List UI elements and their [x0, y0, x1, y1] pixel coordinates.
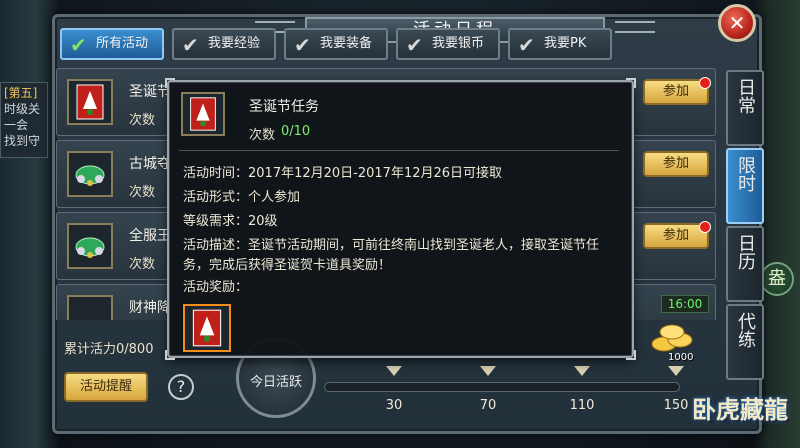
check-icon: ✔ [182, 33, 199, 57]
notification-dot-icon [699, 221, 711, 233]
background-chat-line: 找到守 [4, 134, 41, 148]
milestone-arrow-icon [480, 366, 496, 376]
check-icon: ✔ [70, 33, 87, 57]
christmas-card-icon [67, 79, 113, 125]
close-button[interactable]: ✕ [718, 4, 756, 42]
tooltip-line-reward: 活动奖励： [183, 280, 249, 295]
tooltip-line-time: 活动时间：2017年12月20日-2017年12月26日可接取 [183, 166, 503, 181]
join-button-label: 参加 [662, 84, 689, 99]
tab-label: 所有活动 [96, 36, 149, 51]
tab-label: 我要装备 [320, 36, 373, 51]
tab-experience[interactable]: ✔ 我要经验 [172, 28, 276, 60]
tooltip-line-format: 活动形式：个人参加 [183, 190, 301, 205]
join-button-label: 参加 [662, 156, 689, 171]
side-tab-proxy[interactable]: 代练 [726, 304, 764, 380]
side-tab-label: 日历 [735, 234, 756, 270]
activity-name: 财神降 [129, 300, 171, 316]
join-button[interactable]: 参加 [643, 151, 709, 177]
background-chat-line: 时级关 [4, 102, 41, 116]
tab-all-activities[interactable]: ✔ 所有活动 [60, 28, 164, 60]
activity-count-label: 次数 [129, 185, 156, 200]
activity-detail-tooltip: 圣诞节任务 次数 0/10 活动时间：2017年12月20日-2017年12月2… [165, 78, 636, 360]
side-tab-calendar[interactable]: 日历 [726, 226, 764, 302]
game-logo: 卧虎藏龍 [692, 384, 792, 438]
side-tab-label: 代练 [735, 312, 756, 348]
background-chat-line: 一会 [4, 118, 29, 132]
join-button[interactable]: 参加 [643, 221, 711, 249]
milestone-value: 150 [663, 398, 689, 413]
join-button-label: 参加 [662, 228, 689, 243]
activity-reminder-button[interactable]: 活动提醒 [64, 372, 148, 402]
christmas-card-icon [181, 92, 225, 136]
tab-label: 我要经验 [208, 36, 261, 51]
activity-name: 古城夺 [129, 156, 171, 172]
background-skill-button: 盎 [760, 262, 794, 296]
background-chat-line: [第五] [4, 86, 38, 100]
milestone-value: 30 [385, 398, 403, 413]
check-icon: ✔ [518, 33, 535, 57]
tab-silver[interactable]: ✔ 我要银币 [396, 28, 500, 60]
background-chat-panel: [第五] 时级关 一会 找到守 [0, 82, 48, 158]
activity-icon [67, 295, 113, 320]
title-ornament-right [615, 21, 655, 33]
check-icon: ✔ [406, 33, 423, 57]
tooltip-line-level: 等级需求：20级 [183, 214, 278, 229]
tab-label: 我要PK [544, 36, 587, 51]
tooltip-line-description: 活动描述：圣诞节活动期间，可前往终南山找到圣诞老人，接取圣诞节任 [183, 238, 600, 253]
milestone-arrow-icon [668, 366, 684, 376]
tooltip-corner [165, 350, 175, 360]
tooltip-title: 圣诞节任务 [249, 99, 319, 115]
milestone-arrow-icon [386, 366, 402, 376]
check-icon: ✔ [294, 33, 311, 57]
tooltip-corner [626, 78, 636, 88]
tooltip-divider [179, 150, 619, 151]
question-mark-icon: ? [176, 377, 186, 396]
milestone-value: 70 [479, 398, 497, 413]
tab-pk[interactable]: ✔ 我要PK [508, 28, 612, 60]
tooltip-line-description-cont: 务，完成后获得圣诞贺卡道具奖励！ [183, 258, 392, 273]
activity-count-label: 次数 [129, 113, 156, 128]
gem-icon [67, 151, 113, 197]
coin-reward-amount: 1000 [668, 352, 694, 363]
tab-label: 我要银币 [432, 36, 485, 51]
milestone-arrow-icon [574, 366, 590, 376]
activity-name: 全服王 [129, 228, 171, 244]
join-button[interactable]: 参加 [643, 77, 711, 105]
notification-dot-icon [699, 77, 711, 89]
tooltip-corner [626, 350, 636, 360]
tooltip-count-label: 次数 [249, 128, 276, 143]
side-tab-label: 限时 [735, 156, 756, 192]
start-time-badge: 16:00 [661, 295, 709, 313]
help-button[interactable]: ? [168, 374, 194, 400]
reward-item-christmas-card-icon[interactable] [183, 304, 231, 352]
tooltip-count-value: 0/10 [281, 124, 311, 139]
side-tab-limited[interactable]: 限时 [726, 148, 764, 224]
gem-icon [67, 223, 113, 269]
tab-equipment[interactable]: ✔ 我要装备 [284, 28, 388, 60]
close-icon: ✕ [728, 11, 746, 35]
vitality-progress-bar [324, 382, 680, 392]
game-background-left [0, 0, 60, 448]
side-tab-label: 日常 [735, 78, 756, 114]
activity-count-label: 次数 [129, 257, 156, 272]
game-logo-text: 卧虎藏龍 [692, 395, 788, 424]
side-tab-daily[interactable]: 日常 [726, 70, 764, 146]
tooltip-corner [165, 78, 175, 88]
milestone-value: 110 [569, 398, 595, 413]
total-vitality-label: 累计活力0/800 [64, 342, 154, 357]
